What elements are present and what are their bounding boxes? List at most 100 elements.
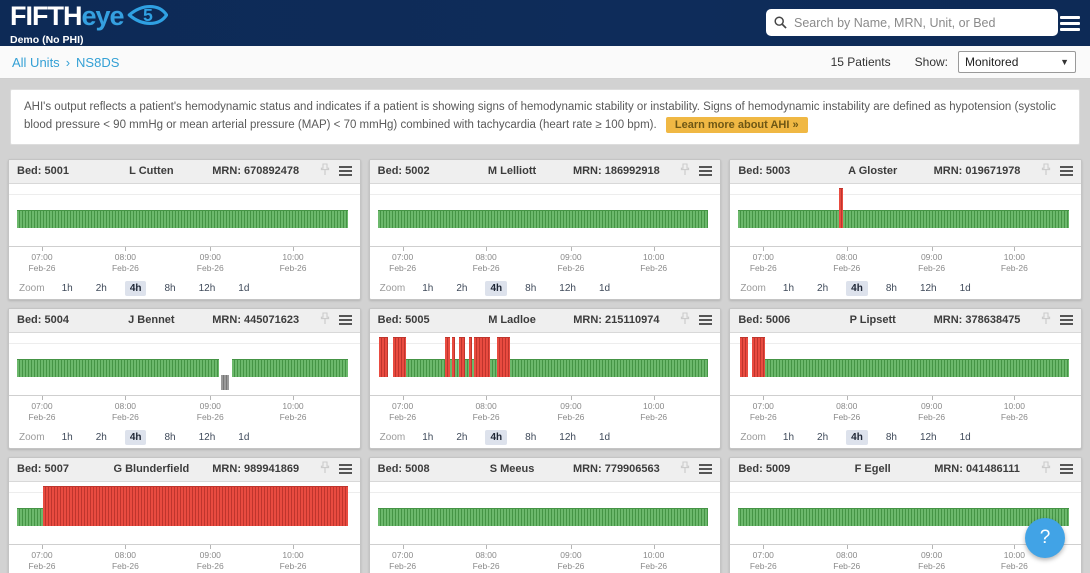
pin-icon[interactable] [680, 461, 690, 477]
zoom-option-2h[interactable]: 2h [451, 281, 472, 296]
zoom-option-4h[interactable]: 4h [125, 281, 147, 296]
time-axis: 07:00Feb-2608:00Feb-2609:00Feb-2610:00Fe… [9, 395, 360, 426]
zoom-option-1h[interactable]: 1h [417, 430, 438, 445]
patient-card[interactable]: Bed: 5004 J Bennet MRN: 445071623 07:00F… [8, 308, 361, 449]
axis-label: 08:00Feb-26 [473, 252, 500, 274]
breadcrumb-unit[interactable]: NS8DS [76, 55, 119, 70]
pin-icon[interactable] [1041, 461, 1051, 477]
eye-logo-icon: 5 [126, 1, 168, 33]
zoom-option-8h[interactable]: 8h [881, 281, 902, 296]
zoom-option-8h[interactable]: 8h [520, 281, 541, 296]
patient-card[interactable]: Bed: 5005 M Ladloe MRN: 215110974 07:00F… [369, 308, 722, 449]
card-menu-icon[interactable] [1060, 164, 1073, 178]
ahi-chart-area[interactable] [370, 184, 721, 246]
time-axis: 07:00Feb-2608:00Feb-2609:00Feb-2610:00Fe… [9, 246, 360, 277]
learn-more-ahi-link[interactable]: Learn more about AHI » [666, 117, 808, 133]
chart-segment-green [17, 508, 43, 526]
chart-segment-red [379, 337, 387, 377]
ahi-chart-area[interactable] [730, 184, 1081, 246]
ahi-chart-area[interactable] [9, 333, 360, 395]
ahi-chart-area[interactable] [370, 333, 721, 395]
card-menu-icon[interactable] [1060, 313, 1073, 327]
zoom-option-2h[interactable]: 2h [91, 281, 112, 296]
zoom-option-2h[interactable]: 2h [812, 430, 833, 445]
zoom-option-1h[interactable]: 1h [417, 281, 438, 296]
chart-segment-green [17, 359, 219, 377]
zoom-option-1d[interactable]: 1d [955, 430, 976, 445]
card-menu-icon[interactable] [339, 462, 352, 476]
zoom-option-4h[interactable]: 4h [846, 281, 868, 296]
zoom-option-1d[interactable]: 1d [955, 281, 976, 296]
zoom-option-1h[interactable]: 1h [57, 281, 78, 296]
patient-card[interactable]: Bed: 5008 S Meeus MRN: 779906563 07:00Fe… [369, 457, 722, 573]
axis-label: 09:00Feb-26 [918, 401, 945, 423]
zoom-option-4h[interactable]: 4h [125, 430, 147, 445]
card-menu-icon[interactable] [339, 164, 352, 178]
zoom-option-12h[interactable]: 12h [194, 430, 221, 445]
ahi-chart-area[interactable] [9, 482, 360, 544]
zoom-option-2h[interactable]: 2h [812, 281, 833, 296]
time-axis: 07:00Feb-2608:00Feb-2609:00Feb-2610:00Fe… [370, 246, 721, 277]
patient-card[interactable]: Bed: 5006 P Lipsett MRN: 378638475 07:00… [729, 308, 1082, 449]
patient-name: L Cutten [105, 165, 198, 177]
search-input[interactable] [794, 16, 1050, 30]
patient-card[interactable]: Bed: 5009 F Egell MRN: 041486111 07:00Fe… [729, 457, 1082, 573]
card-menu-icon[interactable] [699, 313, 712, 327]
pin-icon[interactable] [320, 163, 330, 179]
axis-tick [654, 247, 655, 251]
pin-icon[interactable] [680, 312, 690, 328]
card-menu-icon[interactable] [699, 462, 712, 476]
patient-card[interactable]: Bed: 5007 G Blunderfield MRN: 989941869 … [8, 457, 361, 573]
card-menu-icon[interactable] [1060, 462, 1073, 476]
main-menu-icon[interactable] [1060, 13, 1080, 34]
global-search[interactable] [766, 9, 1058, 36]
pin-icon[interactable] [320, 461, 330, 477]
ahi-chart [738, 184, 1069, 246]
zoom-option-4h[interactable]: 4h [485, 430, 507, 445]
zoom-option-8h[interactable]: 8h [520, 430, 541, 445]
help-button[interactable]: ? [1025, 518, 1065, 558]
ahi-chart-area[interactable] [9, 184, 360, 246]
zoom-option-12h[interactable]: 12h [554, 430, 581, 445]
axis-label: 08:00Feb-26 [112, 550, 139, 572]
zoom-option-2h[interactable]: 2h [451, 430, 472, 445]
zoom-option-8h[interactable]: 8h [159, 281, 180, 296]
zoom-option-1d[interactable]: 1d [594, 430, 615, 445]
pin-icon[interactable] [680, 163, 690, 179]
zoom-option-4h[interactable]: 4h [846, 430, 868, 445]
show-filter-select[interactable]: Monitored ▼ [958, 51, 1076, 73]
zoom-option-12h[interactable]: 12h [554, 281, 581, 296]
mrn-label: MRN: 670892478 [198, 165, 314, 177]
zoom-option-8h[interactable]: 8h [159, 430, 180, 445]
zoom-option-1d[interactable]: 1d [594, 281, 615, 296]
breadcrumb-all-units[interactable]: All Units [12, 55, 60, 70]
card-menu-icon[interactable] [339, 313, 352, 327]
zoom-option-2h[interactable]: 2h [91, 430, 112, 445]
zoom-option-12h[interactable]: 12h [915, 281, 942, 296]
zoom-label: Zoom [740, 432, 766, 443]
zoom-option-12h[interactable]: 12h [194, 281, 221, 296]
zoom-controls: Zoom1h2h4h8h12h1d [370, 277, 721, 300]
pin-icon[interactable] [320, 312, 330, 328]
zoom-option-1d[interactable]: 1d [233, 281, 254, 296]
pin-icon[interactable] [1041, 312, 1051, 328]
ahi-chart-area[interactable] [370, 482, 721, 544]
pin-icon[interactable] [1041, 163, 1051, 179]
ahi-chart [378, 482, 709, 544]
zoom-option-1h[interactable]: 1h [57, 430, 78, 445]
ahi-chart-area[interactable] [730, 333, 1081, 395]
zoom-option-8h[interactable]: 8h [881, 430, 902, 445]
patient-card[interactable]: Bed: 5002 M Lelliott MRN: 186992918 07:0… [369, 159, 722, 300]
card-menu-icon[interactable] [699, 164, 712, 178]
zoom-option-4h[interactable]: 4h [485, 281, 507, 296]
bed-label: Bed: 5004 [17, 314, 105, 326]
zoom-option-12h[interactable]: 12h [915, 430, 942, 445]
patient-name: G Blunderfield [105, 463, 198, 475]
zoom-option-1d[interactable]: 1d [233, 430, 254, 445]
patient-card[interactable]: Bed: 5001 L Cutten MRN: 670892478 07:00F… [8, 159, 361, 300]
zoom-option-1h[interactable]: 1h [778, 281, 799, 296]
search-icon [774, 16, 787, 29]
patient-card[interactable]: Bed: 5003 A Gloster MRN: 019671978 07:00… [729, 159, 1082, 300]
zoom-option-1h[interactable]: 1h [778, 430, 799, 445]
patient-name: M Lelliott [466, 165, 559, 177]
